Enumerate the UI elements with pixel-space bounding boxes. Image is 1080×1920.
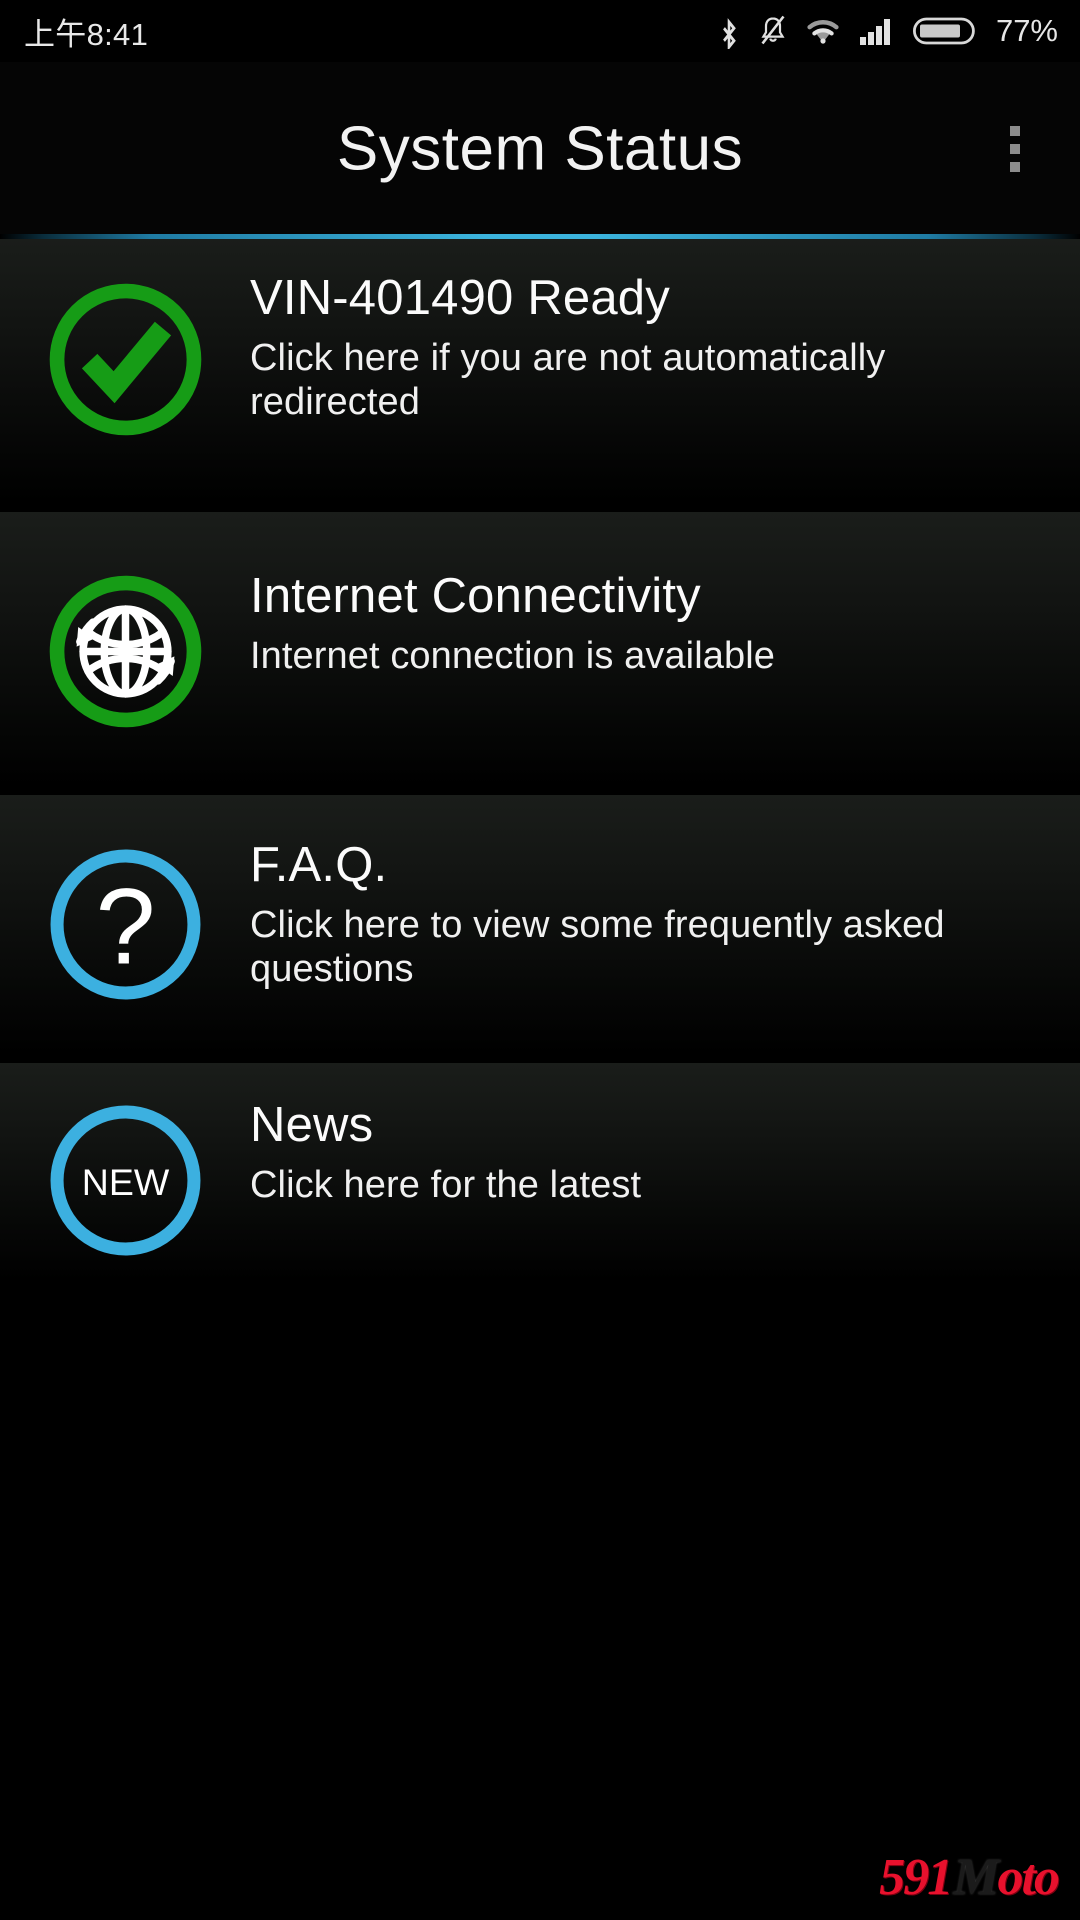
status-bar-clock: 上午8:41	[24, 16, 149, 52]
question-circle-icon: ?	[50, 849, 200, 1000]
list-item-title: News	[250, 1098, 374, 1152]
list-item-subtitle: Internet connection is available	[250, 634, 775, 677]
status-bar-icons: 77%	[717, 13, 1058, 49]
list-item-icon-wrap	[0, 570, 250, 733]
overflow-dot-1	[1010, 126, 1020, 136]
list-item-text: VIN-401490 Ready Click here if you are n…	[250, 271, 1080, 425]
wifi-icon	[807, 20, 839, 44]
list-item-icon-wrap: NEW	[0, 1099, 250, 1262]
status-bar: 上午8:41 77%	[0, 0, 1080, 62]
list-item-title: F.A.Q.	[250, 838, 388, 892]
globe-refresh-icon	[49, 575, 201, 728]
list-item-subtitle: Click here if you are not automatically …	[250, 336, 886, 424]
bell-muted-icon	[761, 15, 785, 45]
page-title: System Status	[336, 114, 744, 184]
list-item-subtitle: Click here for the latest	[250, 1163, 642, 1206]
list-item-text: F.A.Q. Click here to view some frequentl…	[250, 838, 1080, 992]
overflow-menu-button[interactable]	[990, 114, 1040, 184]
overflow-dot-3	[1010, 162, 1020, 172]
watermark-oto: oto	[997, 1849, 1060, 1906]
watermark-m: M	[953, 1849, 999, 1906]
battery-percent-label: 77%	[995, 13, 1058, 48]
list-item-faq[interactable]: ? F.A.Q. Click here to view some frequen…	[0, 795, 1080, 1055]
cellular-signal-icon	[859, 19, 890, 45]
list-item-text: Internet Connectivity Internet connectio…	[250, 569, 1080, 678]
new-badge-label: NEW	[81, 1161, 169, 1203]
list-item-icon-wrap	[0, 272, 250, 441]
action-bar: System Status	[0, 62, 1080, 236]
list-item-text: News Click here for the latest	[250, 1098, 1080, 1207]
watermark: 591 M oto	[879, 1849, 1060, 1906]
list-item-title: Internet Connectivity	[250, 569, 701, 623]
list-item-icon-wrap: ?	[0, 839, 250, 1006]
battery-icon	[912, 17, 975, 45]
list-item-subtitle: Click here to view some frequently asked…	[250, 903, 945, 991]
check-circle-icon	[49, 283, 201, 436]
status-list: VIN-401490 Ready Click here if you are n…	[0, 239, 1080, 1281]
bluetooth-icon	[723, 18, 736, 49]
new-badge-icon: NEW	[50, 1105, 200, 1256]
watermark-number: 591	[879, 1849, 953, 1906]
list-item-vin-ready[interactable]: VIN-401490 Ready Click here if you are n…	[0, 239, 1080, 503]
overflow-dot-2	[1010, 144, 1020, 154]
list-item-news[interactable]: NEW News Click here for the latest	[0, 1063, 1080, 1281]
phone-screen: 上午8:41 77% System Status VIN-401490 Read…	[0, 0, 1080, 1920]
list-item-internet-connectivity[interactable]: Internet Connectivity Internet connectio…	[0, 512, 1080, 787]
svg-text:?: ?	[95, 867, 155, 987]
list-item-title: VIN-401490 Ready	[250, 271, 670, 325]
